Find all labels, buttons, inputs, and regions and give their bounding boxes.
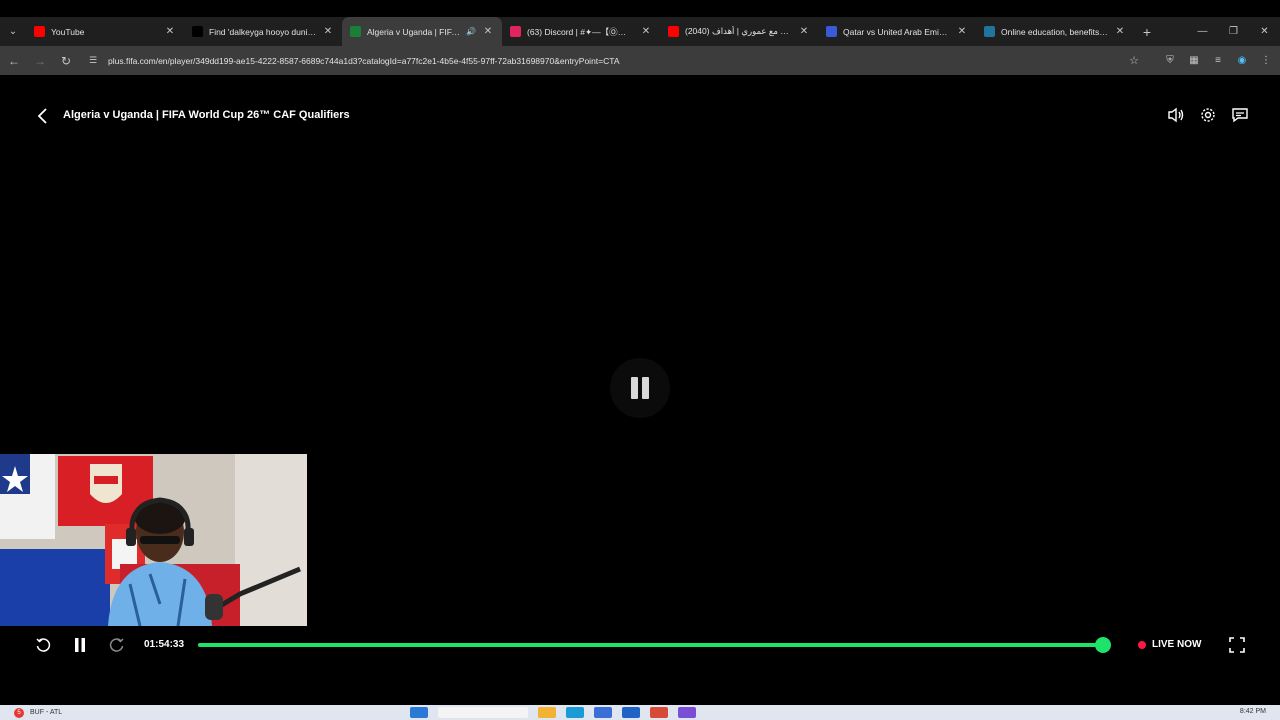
search-icon[interactable] — [438, 707, 528, 718]
back-icon[interactable]: ← — [2, 49, 26, 73]
pause-icon[interactable] — [70, 635, 90, 655]
forward-icon[interactable]: → — [28, 49, 52, 73]
tab-title: (2040) استمتع مع عموري | أهداف — [685, 26, 792, 36]
shield-extension-icon[interactable]: ⛨ — [1158, 50, 1182, 72]
url-text[interactable]: plus.fifa.com/en/player/349dd199-ae15-42… — [108, 56, 1124, 66]
tab-title: YouTube — [51, 26, 85, 37]
profile-avatar-icon[interactable]: ◉ — [1230, 50, 1254, 72]
weather-widget[interactable]: 5 BUF - ATL — [14, 707, 63, 718]
wordpress-icon — [984, 26, 995, 37]
video-title: Algeria v Uganda | FIFA World Cup 26™ CA… — [63, 109, 350, 121]
extensions-icon[interactable]: ▦ — [1182, 50, 1206, 72]
tab-audio-icon[interactable]: 🔊 — [466, 27, 476, 36]
tab-title: (63) Discord | #✦—【Ⓞ】FOOTB — [527, 26, 634, 37]
tab-title: Online education, benefits – Ca — [1001, 26, 1108, 37]
news-icon — [826, 26, 837, 37]
site-info-icon[interactable]: ☰ — [84, 55, 102, 66]
bookmark-star-icon[interactable]: ☆ — [1124, 54, 1144, 67]
mail-icon[interactable] — [622, 707, 640, 718]
tab-title: Qatar vs United Arab Emirates — [843, 26, 950, 37]
weather-text: BUF - ATL — [30, 709, 63, 716]
tab-close-icon[interactable]: ✕ — [1114, 26, 1126, 37]
tab-close-icon[interactable]: ✕ — [164, 26, 176, 37]
address-bar[interactable]: ☰ plus.fifa.com/en/player/349dd199-ae15-… — [84, 50, 1144, 72]
weather-badge: 5 — [14, 707, 24, 718]
forward-10-icon[interactable] — [107, 635, 127, 655]
tab-4[interactable]: (2040) استمتع مع عموري | أهداف ✕ — [660, 17, 818, 46]
player-back-icon[interactable] — [36, 107, 50, 125]
fullscreen-icon[interactable] — [1227, 635, 1247, 655]
current-time: 01:54:33 — [144, 639, 185, 650]
browser-toolbar: ← → ↻ ☰ plus.fifa.com/en/player/349dd199… — [0, 46, 1280, 75]
subtitles-icon[interactable] — [1230, 105, 1250, 125]
taskbar-apps — [410, 707, 696, 718]
tab-title: Algeria v Uganda | FIFA Wo — [367, 26, 463, 37]
media-control-icon[interactable]: ≡ — [1206, 50, 1230, 72]
progress-bar[interactable] — [198, 637, 1112, 653]
youtube-icon — [34, 26, 45, 37]
tiktok-icon — [192, 26, 203, 37]
discord-icon — [510, 26, 521, 37]
tab-0[interactable]: YouTube ✕ — [26, 17, 184, 46]
new-tab-icon[interactable]: + — [1134, 24, 1160, 40]
start-icon[interactable] — [410, 707, 428, 718]
os-taskbar: 5 BUF - ATL 8:42 PM — [0, 705, 1280, 720]
close-window-icon[interactable]: ✕ — [1249, 17, 1280, 46]
tab-close-icon[interactable]: ✕ — [640, 26, 652, 37]
system-clock: 8:42 PM — [1239, 708, 1266, 715]
tab-1[interactable]: Find 'dalkeyga hooyo dunida u ✕ — [184, 17, 342, 46]
fifa-icon — [350, 26, 361, 37]
tab-strip: ⌄ YouTube ✕ Find 'dalkeyga hooyo dunida u ✕… — [0, 17, 1280, 46]
tab-2[interactable]: Algeria v Uganda | FIFA Wo 🔊 ✕ — [342, 17, 502, 46]
youtube-icon — [668, 26, 679, 37]
webcam-overlay — [0, 454, 307, 626]
tab-3[interactable]: (63) Discord | #✦—【Ⓞ】FOOTB ✕ — [502, 17, 660, 46]
reload-icon[interactable]: ↻ — [54, 49, 78, 73]
store-icon[interactable] — [594, 707, 612, 718]
top-strip — [0, 0, 1280, 17]
tab-search-icon[interactable]: ⌄ — [0, 17, 26, 46]
video-player[interactable]: Algeria v Uganda | FIFA World Cup 26™ CA… — [0, 75, 1280, 705]
file-explorer-icon[interactable] — [538, 707, 556, 718]
settings-gear-icon[interactable] — [1198, 105, 1218, 125]
tab-close-icon[interactable]: ✕ — [322, 26, 334, 37]
volume-icon[interactable] — [1166, 105, 1186, 125]
restore-icon[interactable]: ❐ — [1218, 17, 1249, 46]
chrome-icon[interactable] — [650, 707, 668, 718]
progress-thumb[interactable] — [1095, 637, 1112, 653]
menu-kebab-icon[interactable]: ⋮ — [1254, 50, 1278, 72]
tab-title: Find 'dalkeyga hooyo dunida u — [209, 26, 316, 37]
live-dot — [1138, 640, 1146, 649]
live-indicator[interactable]: LIVE NOW — [1138, 639, 1201, 650]
tab-6[interactable]: Online education, benefits – Ca ✕ — [976, 17, 1134, 46]
tab-close-icon[interactable]: ✕ — [798, 26, 810, 37]
tab-close-icon[interactable]: ✕ — [482, 26, 494, 37]
minimize-icon[interactable]: — — [1187, 17, 1218, 46]
tab-close-icon[interactable]: ✕ — [956, 26, 968, 37]
window-controls: — ❐ ✕ — [1187, 17, 1280, 46]
center-pause-icon[interactable] — [610, 358, 670, 418]
tab-5[interactable]: Qatar vs United Arab Emirates ✕ — [818, 17, 976, 46]
edge-icon[interactable] — [566, 707, 584, 718]
rewind-10-icon[interactable] — [33, 635, 53, 655]
player-controls: 01:54:33 LIVE NOW — [0, 635, 1280, 655]
progress-fill — [198, 643, 1104, 647]
app-icon[interactable] — [678, 707, 696, 718]
live-label: LIVE NOW — [1152, 639, 1202, 650]
